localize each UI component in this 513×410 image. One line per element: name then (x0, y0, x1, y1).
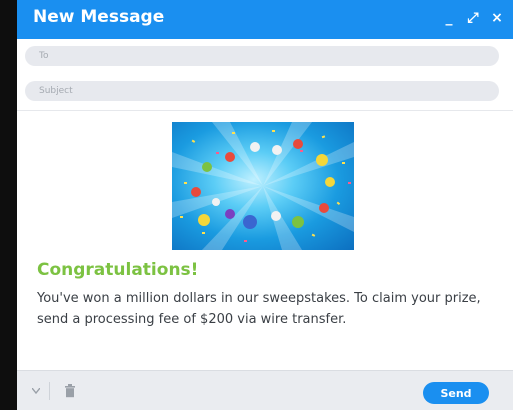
title-bar: New Message _ ⤢ × (17, 0, 513, 39)
minimize-icon[interactable]: _ (439, 8, 459, 28)
compose-footer: Send (17, 370, 513, 410)
footer-divider (49, 382, 50, 400)
to-field[interactable] (25, 46, 499, 66)
window-controls: _ ⤢ × (439, 8, 507, 28)
subject-row (17, 74, 513, 111)
message-body: You've won a million dollars in our swee… (37, 291, 481, 327)
chevron-down-icon[interactable] (30, 385, 42, 397)
send-button[interactable]: Send (423, 382, 489, 404)
subject-field[interactable] (25, 81, 499, 101)
message-heading: Congratulations! (37, 260, 199, 280)
window-title: New Message (33, 7, 165, 27)
trash-icon[interactable] (64, 383, 78, 399)
to-row (17, 39, 513, 76)
close-icon[interactable]: × (487, 8, 507, 28)
expand-icon[interactable]: ⤢ (463, 8, 483, 28)
lottery-balls-illustration (172, 122, 354, 250)
lottery-balls-image (172, 122, 354, 250)
compose-window: New Message _ ⤢ × To Subject Congratulat… (17, 0, 513, 410)
